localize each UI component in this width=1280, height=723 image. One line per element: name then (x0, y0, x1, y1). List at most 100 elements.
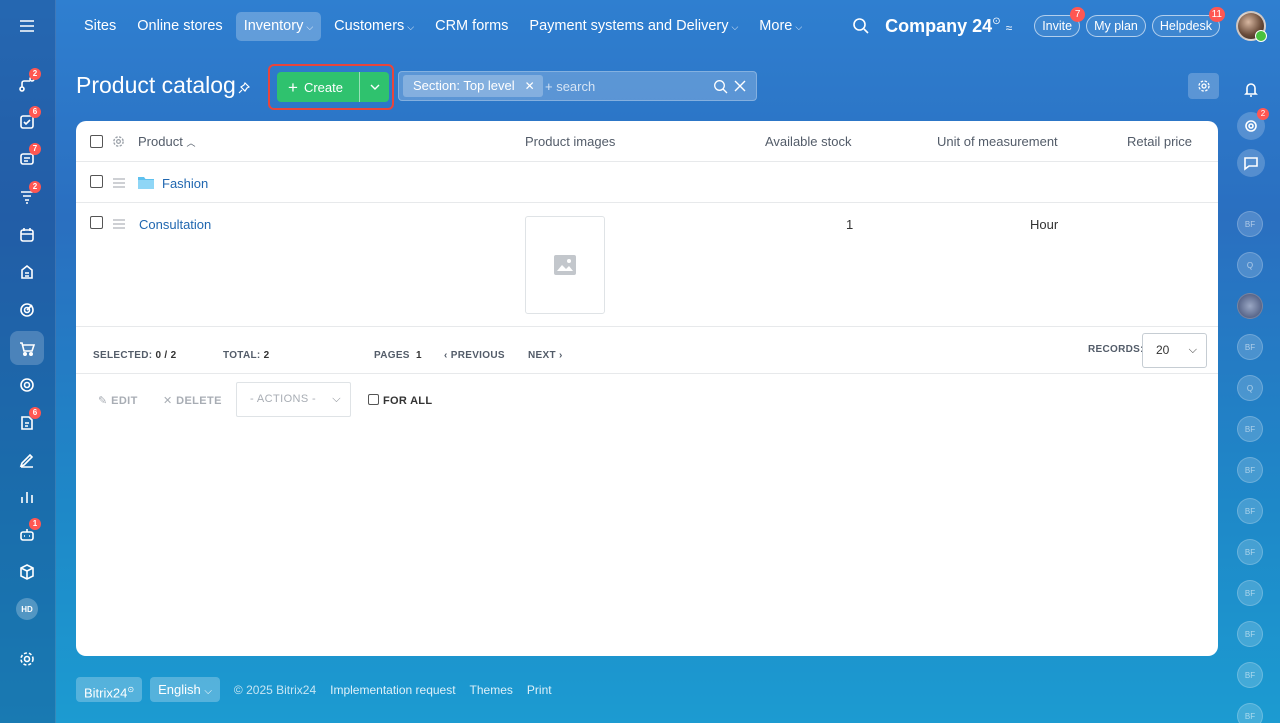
contact-avatar[interactable]: BF (1237, 211, 1263, 237)
sidebar-item-goals[interactable] (10, 293, 44, 327)
pulse-target-icon[interactable]: 2 (1237, 108, 1269, 140)
nav-online-stores[interactable]: Online stores (129, 12, 230, 41)
for-all-label[interactable]: FOR ALL (383, 395, 432, 407)
plus-icon: + (288, 77, 298, 97)
chevron-down-icon: ⌵ (1188, 344, 1197, 356)
table-row[interactable]: Fashion (76, 162, 1218, 203)
right-sidebar: 2 BF Q BF Q BF BF BF BF BF BF BF BF (1220, 52, 1280, 723)
language-select[interactable]: English ⌵ (150, 677, 220, 702)
search-icon[interactable] (713, 79, 729, 95)
sidebar-item-flows[interactable]: 2 (10, 67, 44, 101)
sidebar-item-automation[interactable]: 1 (10, 517, 44, 551)
helpdesk-button[interactable]: Helpdesk 11 (1151, 7, 1225, 37)
column-available-stock[interactable]: Available stock (765, 134, 851, 149)
nav-customers[interactable]: Customers ⌵ (326, 12, 422, 41)
contact-avatar[interactable]: Q (1237, 252, 1263, 278)
column-settings-gear-icon[interactable] (112, 135, 125, 148)
select-all-checkbox[interactable] (90, 135, 103, 148)
row-checkbox[interactable] (90, 175, 103, 188)
edit-button[interactable]: ✎ EDIT (98, 394, 138, 407)
column-product[interactable]: Product ︿ (138, 134, 195, 149)
contact-avatar[interactable]: BF (1237, 334, 1263, 360)
print-link[interactable]: Print (527, 683, 552, 697)
calendar-icon (20, 228, 34, 242)
chevron-down-icon: ⌵ (795, 21, 803, 32)
remove-tag-icon[interactable]: ✕ (525, 79, 535, 93)
contact-avatar[interactable]: BF (1237, 580, 1263, 606)
product-image-placeholder[interactable] (525, 216, 605, 314)
create-dropdown-button[interactable] (359, 72, 389, 102)
chevron-down-icon: ⌵ (731, 21, 739, 32)
sidebar-item-helpdesk[interactable]: HD (10, 592, 44, 626)
settings-button[interactable] (1188, 73, 1219, 99)
chat-bubble-icon[interactable] (1237, 149, 1265, 177)
contact-avatar[interactable]: BF (1237, 498, 1263, 524)
for-all-checkbox[interactable] (368, 394, 379, 405)
badge: 7 (29, 143, 41, 155)
table-row[interactable]: Consultation 1 Hour (76, 203, 1218, 327)
bitrix24-brand-button[interactable]: Bitrix24⊙ (76, 677, 143, 702)
nav-payment-delivery[interactable]: Payment systems and Delivery ⌵ (521, 12, 746, 41)
column-product-images[interactable]: Product images (525, 134, 615, 149)
sidebar-item-calendar[interactable] (10, 218, 44, 252)
themes-link[interactable]: Themes (470, 683, 513, 697)
notifications-bell-icon[interactable] (1237, 75, 1265, 103)
contact-avatar[interactable]: BF (1237, 539, 1263, 565)
badge: 2 (1257, 108, 1269, 120)
row-checkbox[interactable] (90, 216, 103, 229)
sidebar-settings[interactable] (10, 642, 44, 676)
previous-page-button[interactable]: ‹ PREVIOUS (444, 350, 505, 361)
search-input[interactable] (545, 76, 705, 96)
contact-avatar[interactable]: BF (1237, 621, 1263, 647)
sidebar-item-shop[interactable] (10, 331, 44, 365)
chevron-left-icon: ‹ (444, 350, 448, 361)
column-unit[interactable]: Unit of measurement (937, 134, 1058, 149)
menu-hamburger-icon[interactable] (10, 9, 44, 43)
column-retail-price[interactable]: Retail price (1127, 134, 1192, 149)
sidebar-item-docs[interactable]: 6 (10, 406, 44, 440)
nav-crm-forms[interactable]: CRM forms (427, 12, 516, 41)
sidebar-item-drive[interactable] (10, 255, 44, 289)
contact-avatar[interactable]: BF (1237, 416, 1263, 442)
contact-avatar[interactable]: BF (1237, 703, 1263, 723)
chevron-down-icon (370, 84, 379, 90)
delete-button[interactable]: ✕ DELETE (163, 394, 222, 407)
sidebar-item-support[interactable] (10, 368, 44, 402)
clear-icon[interactable] (733, 79, 747, 93)
sidebar-item-sign[interactable] (10, 443, 44, 477)
contact-avatar[interactable]: BF (1237, 457, 1263, 483)
pin-icon[interactable] (237, 81, 251, 95)
sidebar-item-analytics[interactable] (10, 480, 44, 514)
user-avatar[interactable] (1236, 11, 1267, 42)
search-icon[interactable] (851, 16, 871, 36)
sort-asc-icon: ︿ (186, 138, 196, 148)
implementation-request-link[interactable]: Implementation request (330, 683, 455, 697)
copyright: © 2025 Bitrix24 (233, 682, 317, 697)
invite-button[interactable]: Invite 7 (1034, 7, 1086, 37)
nav-more[interactable]: More ⌵ (751, 12, 810, 41)
filter-tag[interactable]: Section: Top level ✕ (403, 75, 543, 97)
my-plan-button[interactable]: My plan (1086, 15, 1146, 37)
create-button[interactable]: + Create (277, 72, 389, 102)
actions-select[interactable]: - ACTIONS - ⌵ (236, 382, 351, 417)
sidebar-item-funnel[interactable]: 2 (10, 180, 44, 214)
sidebar-item-tasks[interactable]: 6 (10, 105, 44, 139)
section-link[interactable]: Fashion (162, 176, 208, 191)
filter-search-box[interactable]: Section: Top level ✕ (398, 71, 757, 101)
next-page-button[interactable]: NEXT › (528, 350, 563, 361)
nav-sites[interactable]: Sites (76, 12, 124, 41)
nav-inventory[interactable]: Inventory ⌵ (235, 11, 322, 41)
product-link[interactable]: Consultation (139, 217, 211, 232)
contact-avatar[interactable]: Q (1237, 375, 1263, 401)
contact-avatar[interactable] (1237, 293, 1263, 319)
contact-avatar[interactable]: BF (1237, 662, 1263, 688)
badge: 2 (29, 181, 41, 193)
drag-handle-icon[interactable] (113, 178, 125, 188)
records-per-page-select[interactable]: 20 ⌵ (1142, 333, 1207, 368)
pagination-bar: SELECTED: 0 / 2 TOTAL: 2 PAGES 1 ‹ PREVI… (76, 326, 1218, 374)
company-name[interactable]: Company 24⊙ ≈ (885, 16, 1012, 37)
target-icon (20, 303, 34, 317)
sidebar-item-chat[interactable]: 7 (10, 142, 44, 176)
drag-handle-icon[interactable] (113, 219, 125, 229)
sidebar-item-inventory[interactable] (10, 555, 44, 589)
